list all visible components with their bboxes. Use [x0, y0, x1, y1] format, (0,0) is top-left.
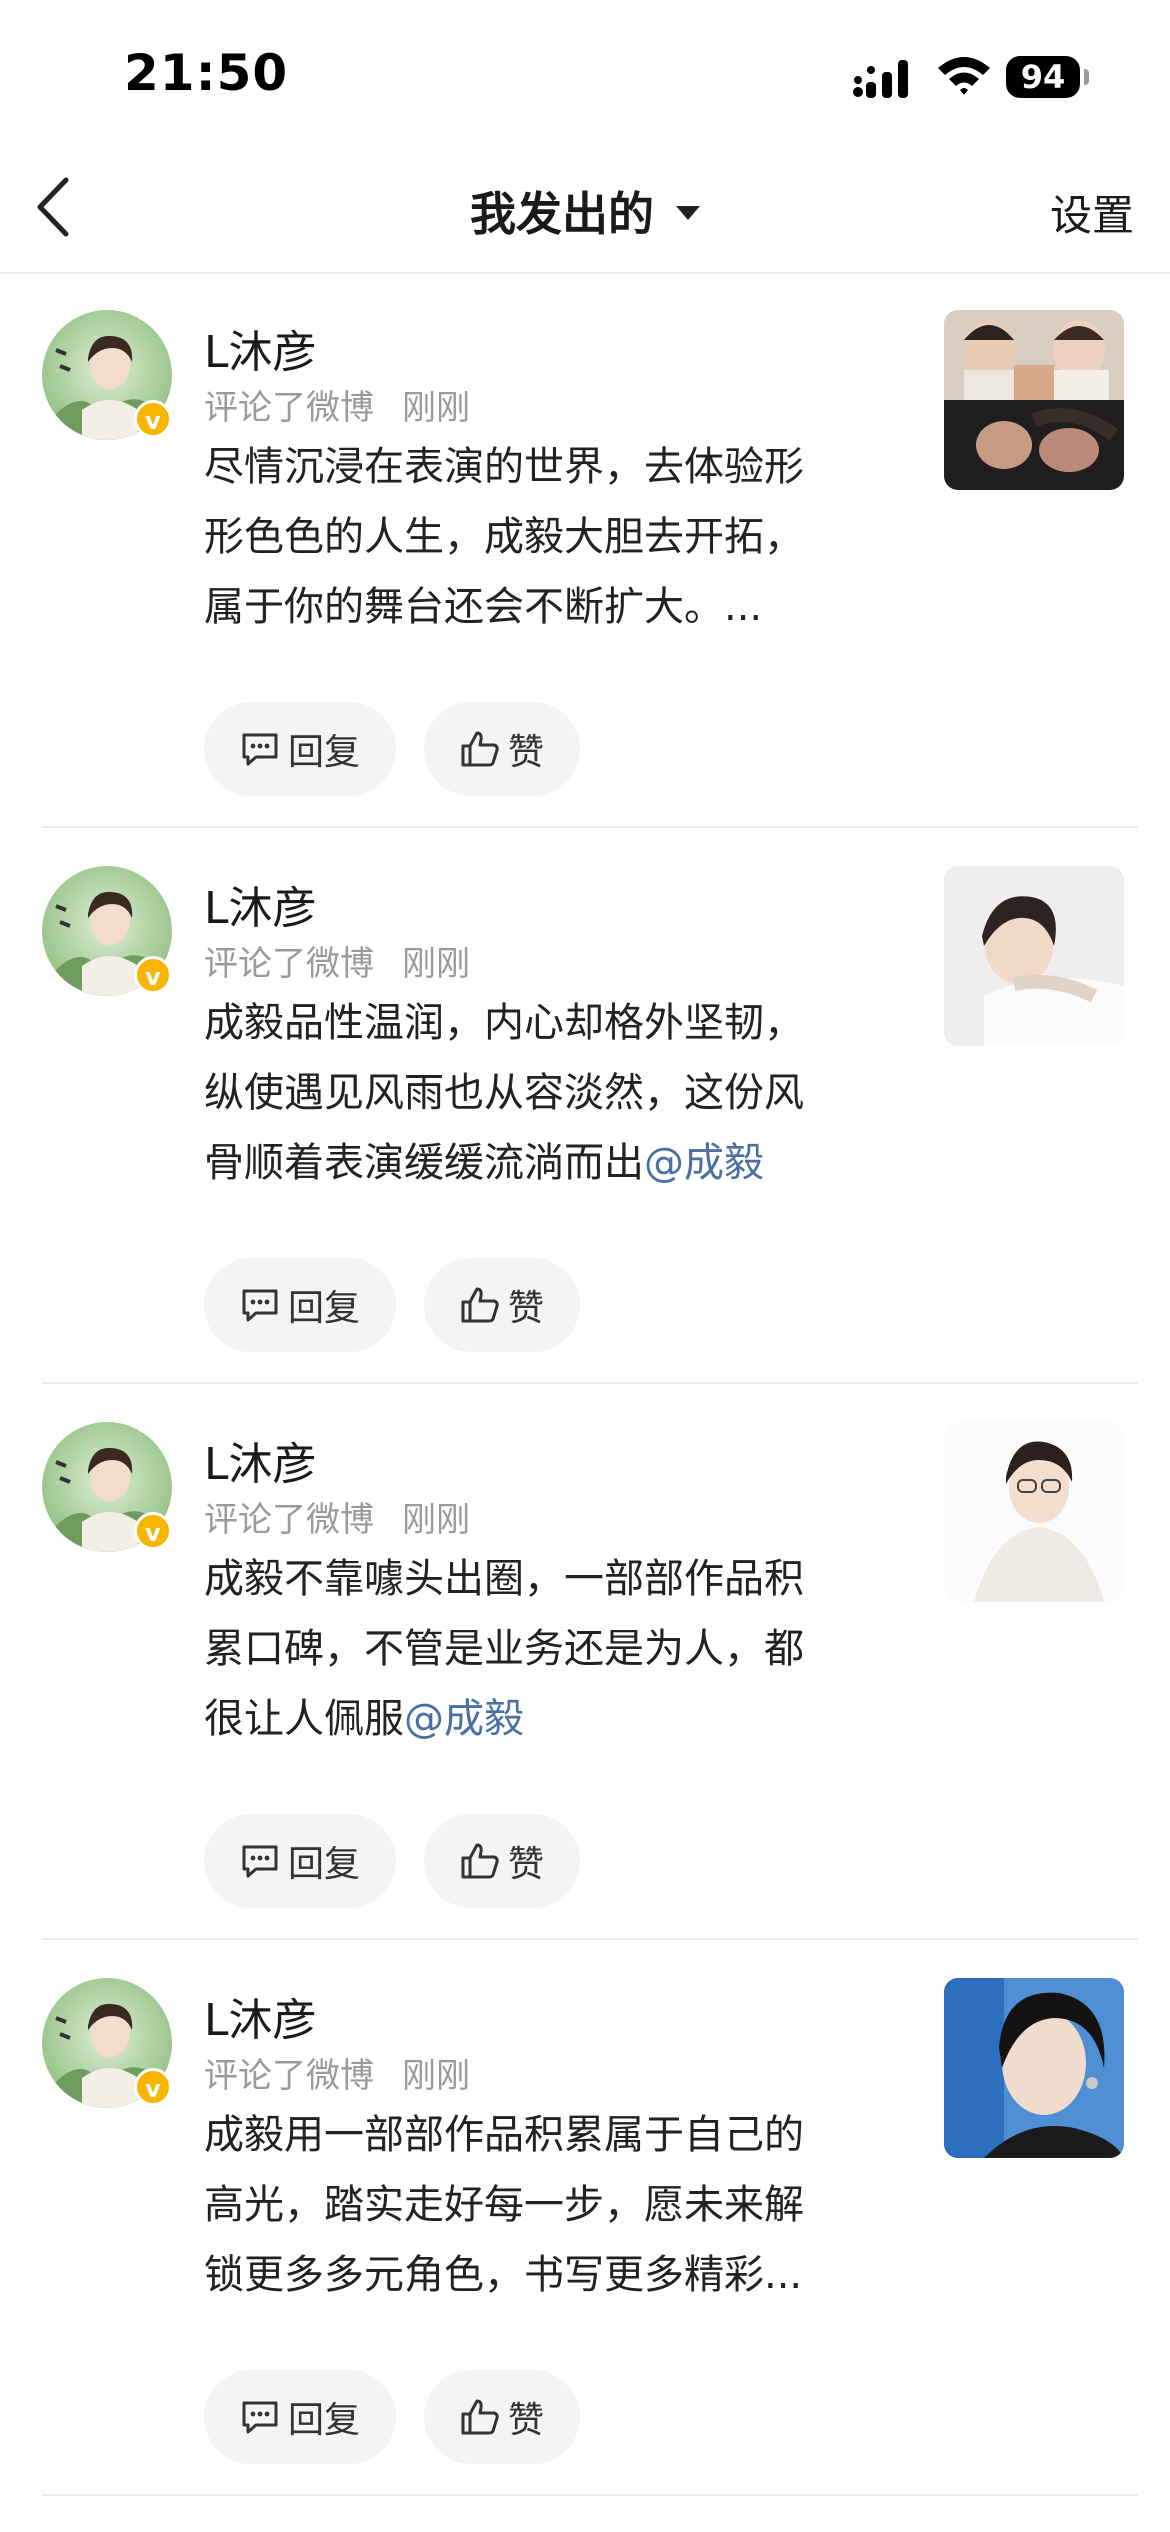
like-button[interactable]: 赞 [424, 1258, 580, 1352]
comment-line: 形色色的人生，成毅大胆去开拓， [204, 514, 804, 560]
verified-badge-icon: v [134, 956, 172, 994]
thumbs-up-icon [461, 731, 499, 767]
username[interactable]: L沐彦 [204, 316, 317, 380]
verified-badge-icon: v [134, 1512, 172, 1550]
reply-label: 回复 [287, 1288, 360, 1329]
settings-link[interactable]: 设置 [1050, 182, 1134, 243]
comment-line-text: 很让人佩服 [204, 1696, 404, 1742]
comment-line-text: 锁更多多元角色，书写更多精彩... [204, 2252, 803, 2298]
post-thumbnail[interactable] [944, 866, 1124, 1046]
action-label: 评论了微博 [204, 1500, 374, 1540]
reply-label: 回复 [287, 2400, 360, 2441]
comment-item: v L沐彦 评论了微博 刚刚 成毅品性温润，内心却格外坚韧， 纵使遇见风雨也从容淡然… [0, 828, 1170, 1384]
divider [42, 2494, 1138, 2496]
caret-down-icon [676, 206, 700, 220]
username[interactable]: L沐彦 [204, 872, 317, 936]
comment-meta: 评论了微博 刚刚 [204, 380, 470, 429]
status-time: 21:50 [124, 44, 289, 102]
comment-icon [242, 733, 278, 766]
comment-line: 成毅品性温润，内心却格外坚韧， [204, 1000, 804, 1046]
thumbnail-image [944, 1422, 1124, 1602]
username[interactable]: L沐彦 [204, 1428, 317, 1492]
time-ago: 刚刚 [402, 2056, 470, 2096]
reply-button[interactable]: 回复 [204, 2370, 396, 2464]
cellular-signal-icon [853, 60, 908, 98]
verified-badge-icon: v [134, 400, 172, 438]
like-button[interactable]: 赞 [424, 702, 580, 796]
comment-line: 骨顺着表演缓缓流淌而出@成毅 [204, 1128, 884, 1198]
reply-label: 回复 [287, 1844, 360, 1885]
comment-line-text: 骨顺着表演缓缓流淌而出 [204, 1140, 644, 1186]
avatar[interactable]: v [42, 1422, 172, 1552]
like-label: 赞 [507, 2400, 544, 2441]
like-label: 赞 [507, 1844, 544, 1885]
thumbnail-image [944, 866, 1124, 1046]
battery-indicator: 94 [1006, 56, 1089, 98]
thumbs-up-icon [461, 2399, 499, 2435]
post-thumbnail[interactable] [944, 1978, 1124, 2158]
reply-button[interactable]: 回复 [204, 1814, 396, 1908]
comment-item: v L沐彦 评论了微博 刚刚 成毅不靠噱头出圈，一部部作品积 累口碑，不管是业务还是… [0, 1384, 1170, 1940]
comment-icon [242, 1289, 278, 1322]
comment-text[interactable]: 成毅品性温润，内心却格外坚韧， 纵使遇见风雨也从容淡然，这份风 骨顺着表演缓缓流淌而… [204, 988, 884, 1198]
comment-item: v L沐彦 评论了微博 刚刚 成毅用一部部作品积累属于自己的 高光，踏实走好每一步，… [0, 1940, 1170, 2496]
time-ago: 刚刚 [402, 944, 470, 984]
thumbnail-image [944, 1978, 1124, 2158]
page-title-container: 我发出的 [0, 178, 1170, 244]
comment-line: 锁更多多元角色，书写更多精彩... [204, 2240, 884, 2310]
comment-line: 成毅不靠噱头出圈，一部部作品积 [204, 1556, 804, 1602]
avatar[interactable]: v [42, 1978, 172, 2108]
username[interactable]: L沐彦 [204, 1984, 317, 2048]
like-button[interactable]: 赞 [424, 2370, 580, 2464]
comment-line: 属于你的舞台还会不断扩大。... [204, 584, 763, 630]
time-ago: 刚刚 [402, 1500, 470, 1540]
reply-label: 回复 [287, 732, 360, 773]
wifi-icon [938, 57, 990, 95]
like-label: 赞 [507, 1288, 544, 1329]
post-thumbnail[interactable] [944, 310, 1124, 490]
battery-tip [1084, 69, 1089, 85]
thumbnail-image [944, 310, 1124, 490]
comment-text[interactable]: 成毅用一部部作品积累属于自己的 高光，踏实走好每一步，愿未来解 锁更多多元角色，书写… [204, 2100, 884, 2310]
comment-meta: 评论了微博 刚刚 [204, 936, 470, 985]
comment-line: 成毅用一部部作品积累属于自己的 [204, 2112, 804, 2158]
post-thumbnail[interactable] [944, 1422, 1124, 1602]
page-title-dropdown[interactable]: 我发出的 [470, 178, 700, 244]
like-label: 赞 [507, 732, 544, 773]
thumbs-up-icon [461, 1287, 499, 1323]
comment-line: 纵使遇见风雨也从容淡然，这份风 [204, 1070, 804, 1116]
nav-bar: 我发出的 设置 [0, 150, 1170, 274]
thumbs-up-icon [461, 1843, 499, 1879]
action-label: 评论了微博 [204, 388, 374, 428]
mention-link[interactable]: @成毅 [404, 1696, 524, 1742]
comment-line: 累口碑，不管是业务还是为人，都 [204, 1626, 804, 1672]
comment-line: 尽情沉浸在表演的世界，去体验形 [204, 444, 804, 490]
reply-button[interactable]: 回复 [204, 702, 396, 796]
avatar[interactable]: v [42, 866, 172, 996]
mention-link[interactable]: @成毅 [644, 1140, 764, 1186]
battery-level: 94 [1006, 56, 1080, 98]
status-bar: 21:50 94 [0, 0, 1170, 150]
comment-line: 很让人佩服@成毅 [204, 1684, 884, 1754]
comment-meta: 评论了微博 刚刚 [204, 1492, 470, 1541]
like-button[interactable]: 赞 [424, 1814, 580, 1908]
reply-button[interactable]: 回复 [204, 1258, 396, 1352]
verified-badge-icon: v [134, 2068, 172, 2106]
comment-icon [242, 2401, 278, 2434]
comment-item: v L沐彦 评论了微博 刚刚 尽情沉浸在表演的世界，去体验形 形色色的人生，成毅大胆… [0, 272, 1170, 828]
comment-text[interactable]: 成毅不靠噱头出圈，一部部作品积 累口碑，不管是业务还是为人，都 很让人佩服@成毅 [204, 1544, 884, 1754]
comment-text[interactable]: 尽情沉浸在表演的世界，去体验形 形色色的人生，成毅大胆去开拓， 属于你的舞台还会不断… [204, 432, 884, 642]
page-title: 我发出的 [470, 187, 654, 241]
time-ago: 刚刚 [402, 388, 470, 428]
comment-line: 高光，踏实走好每一步，愿未来解 [204, 2182, 804, 2228]
action-label: 评论了微博 [204, 2056, 374, 2096]
avatar[interactable]: v [42, 310, 172, 440]
comment-meta: 评论了微博 刚刚 [204, 2048, 470, 2097]
action-label: 评论了微博 [204, 944, 374, 984]
comment-icon [242, 1845, 278, 1878]
